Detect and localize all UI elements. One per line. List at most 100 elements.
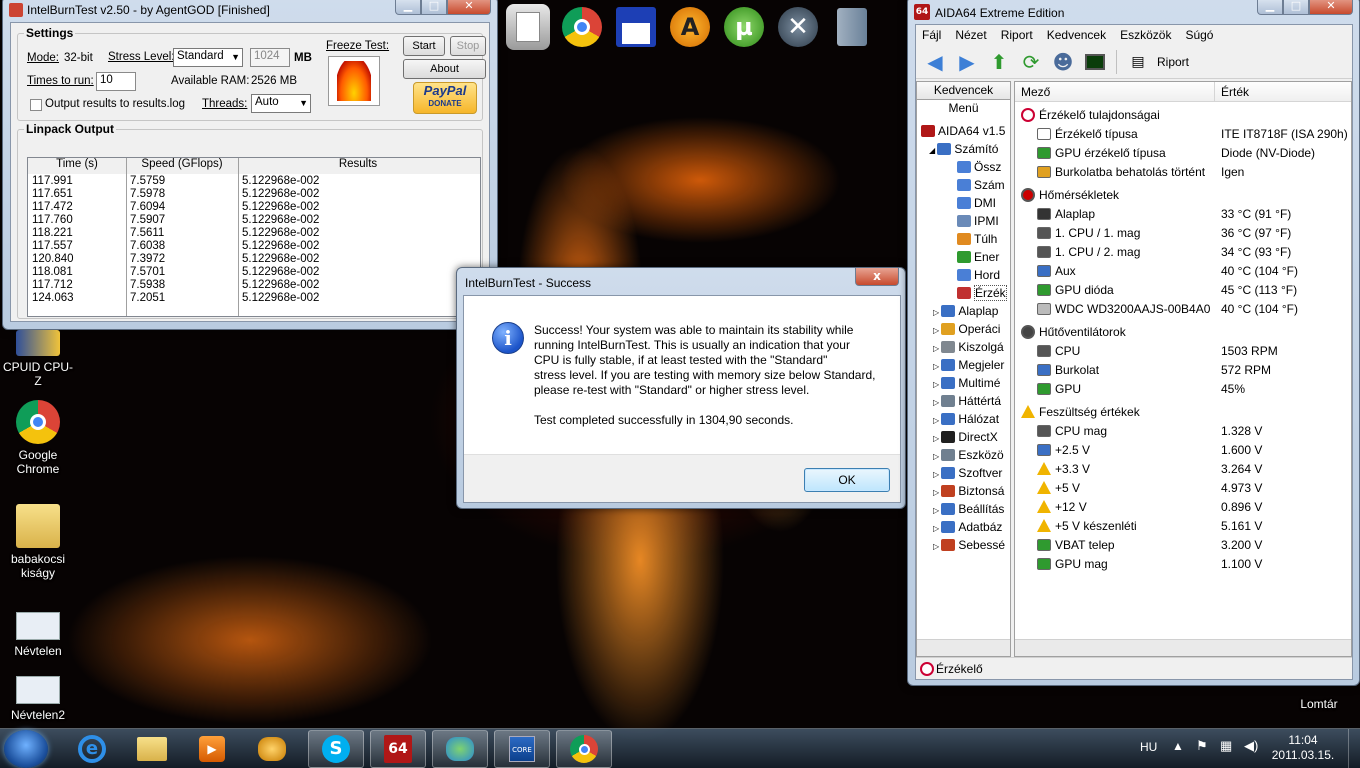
minimize-button[interactable]: ▁	[395, 0, 421, 15]
minimize-button[interactable]: ▁	[1257, 0, 1283, 15]
nav-horizontal-scrollbar[interactable]	[917, 639, 1010, 656]
sensor-row[interactable]: Aux 40 °C (104 °F)	[1015, 262, 1351, 281]
sensor-row[interactable]: CPU mag 1.328 V	[1015, 422, 1351, 441]
save-disk-icon[interactable]	[614, 4, 658, 50]
sensor-row[interactable]: Burkolat 572 RPM	[1015, 361, 1351, 380]
chrome-icon[interactable]	[560, 4, 604, 50]
tab-menu[interactable]: Menü	[917, 100, 1010, 118]
col-field-header[interactable]: Mező	[1015, 82, 1215, 101]
desktop-icon-nevtelen2[interactable]: Névtelen2	[0, 676, 76, 722]
table-row[interactable]: 117.991 7.5759 5.122968e-002	[28, 175, 480, 188]
tree-expander-icon[interactable]: ▷	[933, 398, 941, 407]
taskbar-explorer[interactable]	[124, 730, 180, 768]
sensor-row[interactable]: 1. CPU / 2. mag 34 °C (93 °F)	[1015, 243, 1351, 262]
table-row[interactable]: 118.081 7.5701 5.122968e-002	[28, 266, 480, 279]
menu-report[interactable]: Riport	[1001, 28, 1033, 42]
tree-expander-icon[interactable]: ▷	[933, 434, 941, 443]
sensor-row[interactable]: +12 V 0.896 V	[1015, 498, 1351, 517]
sensor-row[interactable]: CPU 1503 RPM	[1015, 342, 1351, 361]
tree-expander-icon[interactable]: ▷	[933, 506, 941, 515]
sensor-row[interactable]: Burkolatba behatolás történt Igen	[1015, 163, 1351, 182]
sensor-row[interactable]: WDC WD3200AAJS-00B4A0 40 °C (104 °F)	[1015, 300, 1351, 319]
utorrent-icon[interactable]: µ	[722, 4, 766, 50]
refresh-icon[interactable]: ⟳	[1018, 50, 1044, 74]
desktop-icon-chrome[interactable]: Google Chrome	[0, 400, 76, 476]
back-arrow-icon[interactable]: ◀	[922, 50, 948, 74]
maximize-button[interactable]: □	[421, 0, 447, 15]
tree-expander-icon[interactable]: ▷	[933, 542, 941, 551]
col-value-header[interactable]: Érték	[1215, 82, 1249, 101]
recycle-bin-dock-icon[interactable]	[830, 4, 874, 50]
desktop-icon-cpuz[interactable]: CPUID CPU-Z	[0, 330, 76, 388]
sensor-row[interactable]: VBAT telep 3.200 V	[1015, 536, 1351, 555]
flag-icon[interactable]: ⚑	[1196, 738, 1208, 754]
desktop-icon-folder[interactable]: babakocsi kiságy	[0, 504, 76, 580]
tree-item[interactable]: Hord	[917, 266, 1010, 284]
threads-select[interactable]: Auto ▼	[251, 94, 311, 113]
tree-item[interactable]: ▷ Eszközö	[917, 446, 1010, 464]
sensor-row[interactable]: 1. CPU / 1. mag 36 °C (97 °F)	[1015, 224, 1351, 243]
start-button[interactable]	[4, 730, 48, 768]
desktop-icon-nevtelen[interactable]: Névtelen	[0, 612, 76, 658]
taskbar-messenger[interactable]	[432, 730, 488, 768]
tree-expander-icon[interactable]: ▷	[933, 416, 941, 425]
show-desktop-button[interactable]	[1348, 729, 1360, 768]
menu-tools[interactable]: Eszközök	[1120, 28, 1171, 42]
col-speed[interactable]: Speed (GFlops)	[126, 158, 238, 174]
aimp-icon[interactable]: A	[668, 4, 712, 50]
desktop-icon-recycle-bin[interactable]: Lomtár	[1281, 697, 1357, 711]
menu-file[interactable]: Fájl	[922, 28, 941, 42]
clock[interactable]: 11:04 2011.03.15.	[1268, 733, 1338, 763]
tree-item[interactable]: ▷ Sebessé	[917, 536, 1010, 554]
sensor-row[interactable]: GPU érzékelő típusa Diode (NV-Diode)	[1015, 144, 1351, 163]
tree-item[interactable]: Túlh	[917, 230, 1010, 248]
tree-expander-icon[interactable]: ▷	[933, 362, 941, 371]
paypal-donate-button[interactable]: PayPal DONATE	[413, 82, 477, 114]
tree-item[interactable]: IPMI	[917, 212, 1010, 230]
col-time[interactable]: Time (s)	[28, 158, 126, 174]
menu-favorites[interactable]: Kedvencek	[1047, 28, 1106, 42]
table-row[interactable]: 117.760 7.5907 5.122968e-002	[28, 214, 480, 227]
tab-favorites[interactable]: Kedvencek	[917, 82, 1010, 100]
times-to-run-input[interactable]: 10	[96, 72, 136, 91]
sensor-row[interactable]: GPU mag 1.100 V	[1015, 555, 1351, 574]
tree-item[interactable]: DMI	[917, 194, 1010, 212]
table-row[interactable]: 118.221 7.5611 5.122968e-002	[28, 227, 480, 240]
taskbar-aida64[interactable]: 64	[370, 730, 426, 768]
users-icon[interactable]: ☻	[1050, 50, 1076, 74]
tree-item[interactable]: ▷ DirectX	[917, 428, 1010, 446]
taskbar-game[interactable]	[244, 730, 300, 768]
details-horizontal-scrollbar[interactable]	[1015, 639, 1351, 656]
tree-item[interactable]: Össz	[917, 158, 1010, 176]
table-row[interactable]: 117.557 7.6038 5.122968e-002	[28, 240, 480, 253]
sensor-row[interactable]: +3.3 V 3.264 V	[1015, 460, 1351, 479]
tree-item[interactable]: ▷ Háttértá	[917, 392, 1010, 410]
memory-size-field[interactable]: 1024	[250, 48, 290, 67]
table-row[interactable]: 124.063 7.2051 5.122968e-002	[28, 292, 480, 305]
tree-item[interactable]: ▷ Hálózat	[917, 410, 1010, 428]
tree-item[interactable]: ◢ Számító	[917, 140, 1010, 158]
taskbar-intel[interactable]: CORE	[494, 730, 550, 768]
language-indicator[interactable]: HU	[1140, 740, 1157, 754]
report-button-label[interactable]: Riport	[1157, 55, 1189, 69]
sensor-row[interactable]: Alaplap 33 °C (91 °F)	[1015, 205, 1351, 224]
taskbar-media-player[interactable]: ▶	[184, 730, 240, 768]
tree-expander-icon[interactable]: ▷	[933, 470, 941, 479]
table-row[interactable]: 117.472 7.6094 5.122968e-002	[28, 201, 480, 214]
forward-arrow-icon[interactable]: ▶	[954, 50, 980, 74]
stop-button[interactable]: Stop	[450, 36, 486, 56]
tree-expander-icon[interactable]: ▷	[933, 308, 941, 317]
close-circle-icon[interactable]: ✕	[776, 4, 820, 50]
volume-icon[interactable]: ◀)	[1244, 738, 1258, 754]
freeze-test-button[interactable]	[328, 56, 380, 106]
table-row[interactable]: 117.712 7.5938 5.122968e-002	[28, 279, 480, 292]
sensor-row[interactable]: GPU dióda 45 °C (113 °F)	[1015, 281, 1351, 300]
tree-item[interactable]: ▷ Kiszolgá	[917, 338, 1010, 356]
up-arrow-icon[interactable]: ⬆	[986, 50, 1012, 74]
sensor-row[interactable]: GPU 45%	[1015, 380, 1351, 399]
close-button[interactable]: ✕	[1309, 0, 1353, 15]
menu-view[interactable]: Nézet	[955, 28, 986, 42]
tree-item[interactable]: ▷ Beállítás	[917, 500, 1010, 518]
col-results[interactable]: Results	[238, 158, 478, 174]
tree-item[interactable]: ▷ Operáci	[917, 320, 1010, 338]
